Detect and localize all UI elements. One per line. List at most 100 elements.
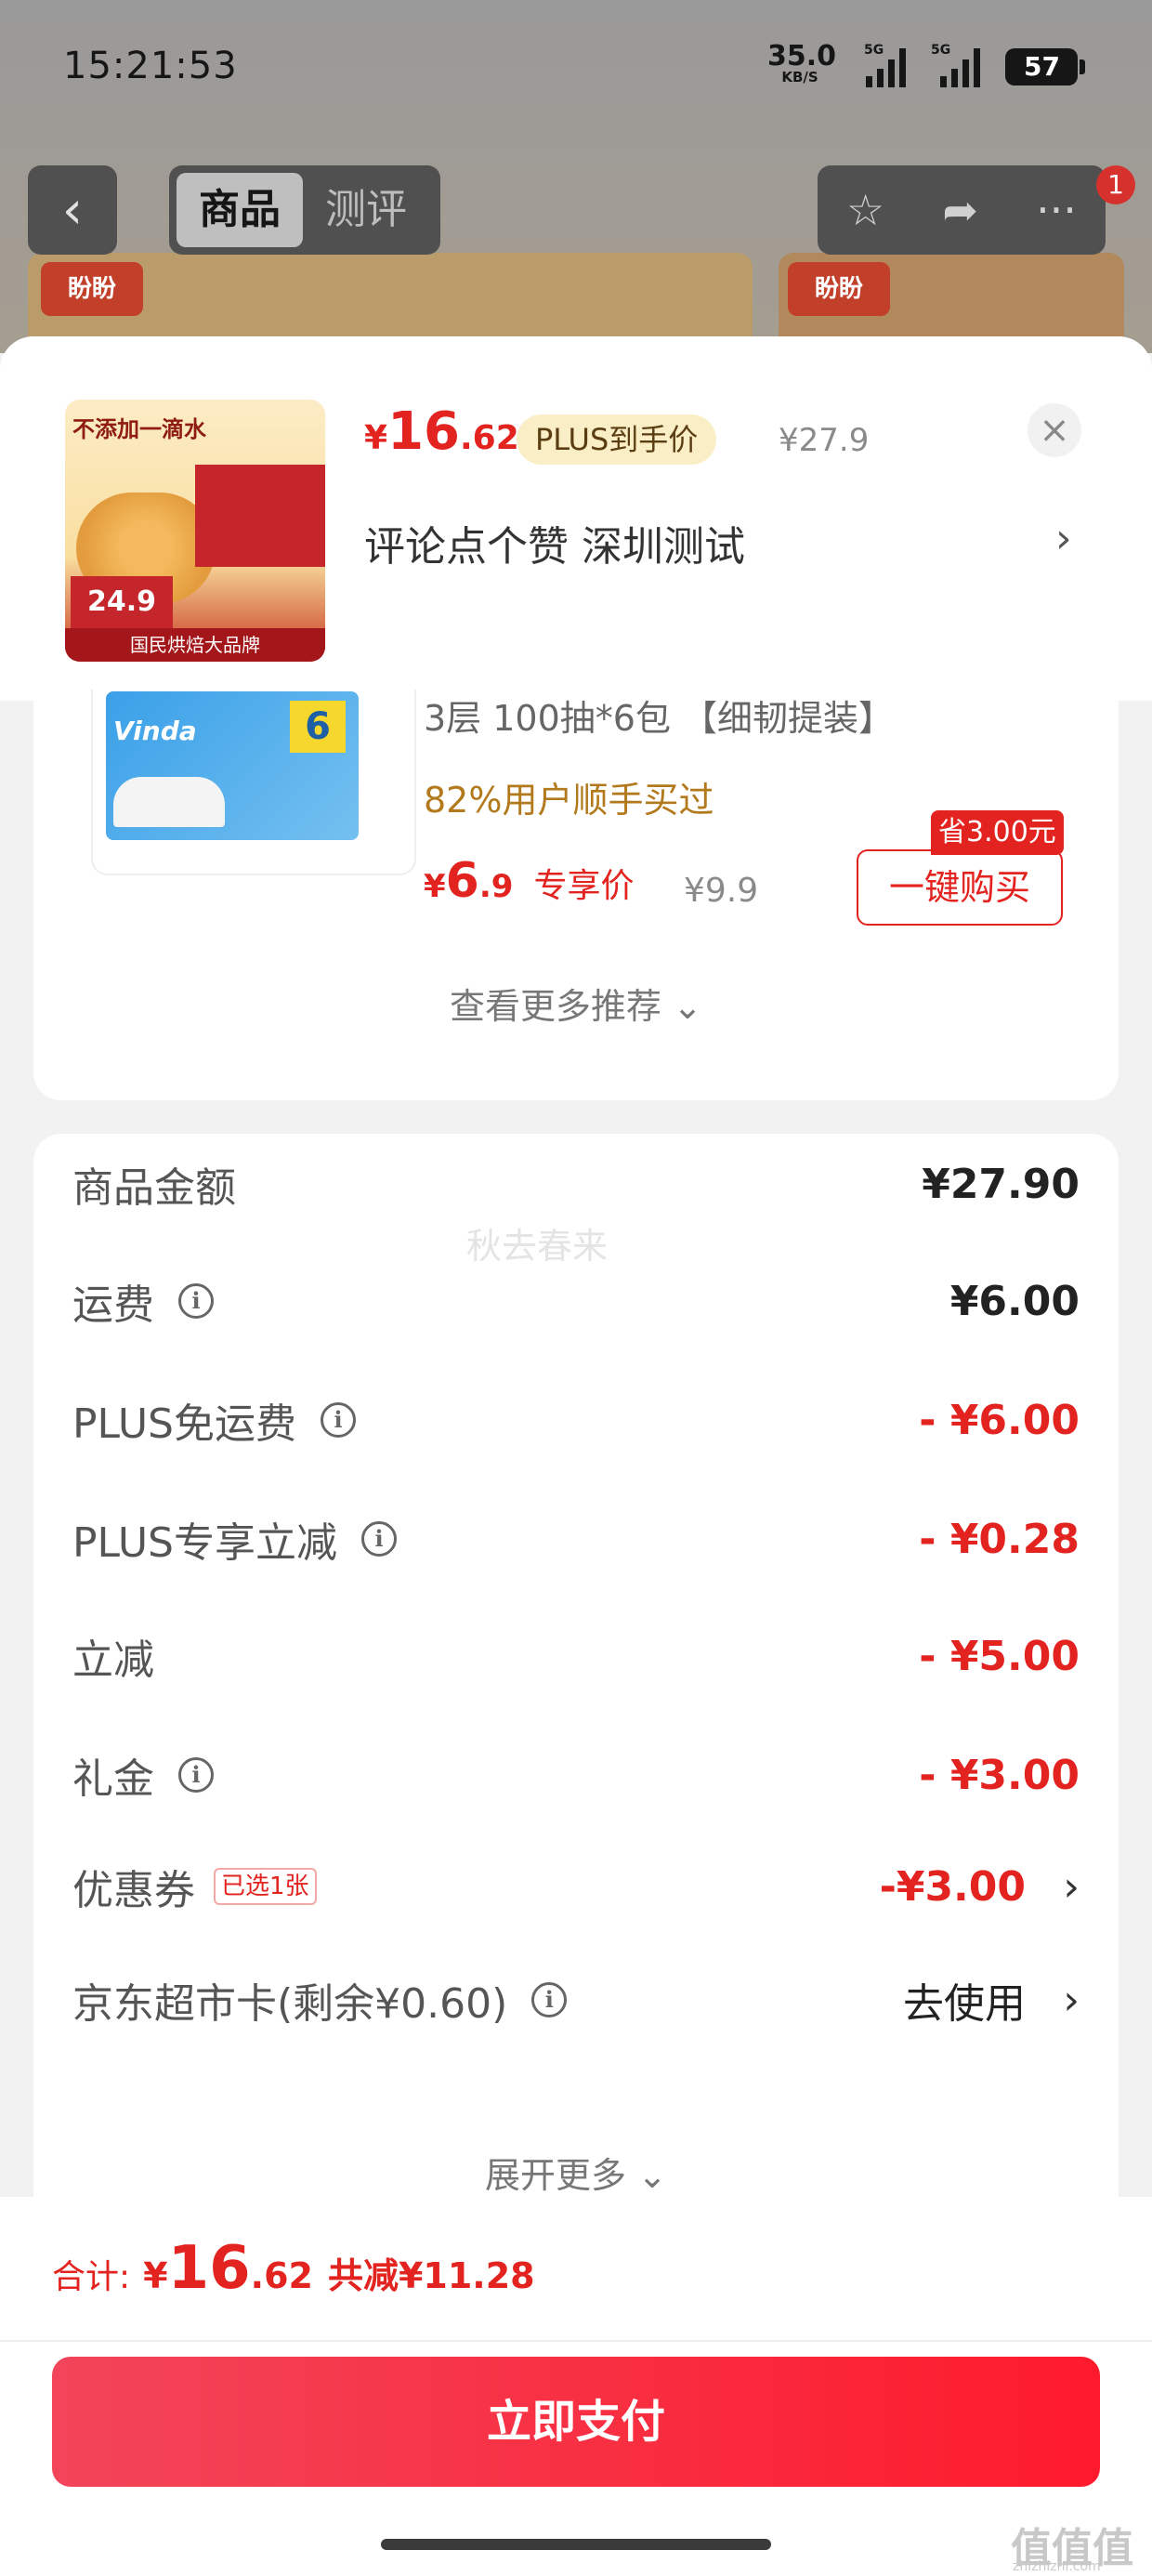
product-image-tagline: 不添加一滴水: [72, 416, 206, 442]
network-speed-value: 35.0: [767, 40, 837, 72]
order-total: 合计: ¥ 16 .62 共减¥11.28: [52, 2234, 535, 2303]
row-coupon[interactable]: 优惠券 已选1张 -¥3.00 ›: [72, 1849, 1080, 1924]
row-value: - ¥0.28: [919, 1515, 1080, 1563]
brand-logo: 盼盼: [788, 262, 890, 316]
price-decimal: .62: [460, 419, 519, 457]
status-time: 15:21:53: [63, 45, 238, 87]
status-bar: 15:21:53 35.0 KB/S 5G 5G 57: [0, 0, 1152, 139]
share-icon[interactable]: ➦: [942, 185, 978, 235]
delivery-address[interactable]: 评论点个赞 深圳测试: [364, 513, 745, 572]
site-watermark-url: zhizhizhi.com: [1013, 2559, 1101, 2574]
row-label: 商品金额: [72, 1164, 236, 1212]
price-integer: 6: [445, 853, 479, 909]
row-value: ¥6.00: [949, 1277, 1080, 1325]
back-button[interactable]: ‹: [28, 165, 117, 255]
info-icon[interactable]: i: [321, 1402, 356, 1438]
notification-badge: 1: [1096, 165, 1135, 204]
network-speed: 35.0 KB/S: [767, 40, 837, 85]
battery-icon: 57: [1005, 48, 1085, 85]
checkout-bottom-bar: 合计: ¥ 16 .62 共减¥11.28 立即支付 值值值 zhizhizhi…: [0, 2197, 1152, 2576]
row-label: 京东超市卡(剩余¥0.60): [72, 1980, 508, 2028]
pay-now-button[interactable]: 立即支付: [52, 2357, 1100, 2487]
price-breakdown-card: 秋去春来 商品金额 ¥27.90 运费 i ¥6.00 PLUS免运费 i - …: [33, 1134, 1119, 2249]
tab-product[interactable]: 商品: [177, 173, 303, 247]
one-click-buy-button[interactable]: 一键购买: [857, 849, 1063, 926]
row-goods-amount: 商品金额 ¥27.90: [72, 1147, 1080, 1221]
row-value: -¥3.00: [879, 1862, 1026, 1911]
plus-price-tag: PLUS到手价: [517, 414, 717, 465]
price-decimal: .9: [478, 868, 514, 905]
row-label: 优惠券: [72, 1867, 195, 1914]
signal-icon: 5G: [931, 43, 1005, 87]
row-label: 礼金: [72, 1755, 154, 1803]
close-button[interactable]: ×: [1028, 403, 1081, 457]
signal-icon: 5G: [847, 43, 922, 87]
price-integer: 16: [167, 2234, 251, 2303]
row-supermarket-card[interactable]: 京东超市卡(剩余¥0.60) i 去使用 ›: [72, 1963, 1080, 2037]
sim2-label: 5G: [931, 43, 951, 58]
star-icon[interactable]: ☆: [846, 185, 884, 235]
row-value: - ¥6.00: [919, 1396, 1080, 1444]
tissue-graphic: [113, 777, 225, 827]
row-plus-discount: PLUS专享立减 i - ¥0.28: [72, 1502, 1080, 1576]
nav-tabs: 商品 测评: [169, 165, 440, 255]
sim1-label: 5G: [864, 43, 884, 58]
product-image-price: 24.9: [71, 576, 173, 628]
nav-actions: ☆ ➦ ···: [818, 165, 1106, 255]
price-symbol: ¥: [143, 2255, 168, 2296]
recommended-price: ¥ 6 .9 专享价: [424, 853, 634, 909]
close-icon: ×: [1039, 409, 1070, 452]
original-price: ¥27.9: [779, 422, 870, 459]
sheet-header: 不添加一滴水 24.9 国民烘焙大品牌 ¥ 16 .62 PLUS到手价 ¥27…: [0, 336, 1152, 701]
total-saved: 共减¥11.28: [327, 2255, 535, 2296]
brand-logo: 盼盼: [41, 262, 143, 316]
row-plus-free-shipping: PLUS免运费 i - ¥6.00: [72, 1383, 1080, 1457]
row-value: - ¥3.00: [919, 1751, 1080, 1799]
row-label: PLUS专享立减: [72, 1519, 337, 1567]
row-label: 立减: [72, 1636, 154, 1684]
save-amount-badge: 省3.00元: [931, 810, 1064, 855]
total-label: 合计:: [52, 2258, 131, 2296]
network-speed-unit: KB/S: [781, 69, 818, 85]
row-label: 运费: [72, 1281, 154, 1329]
recommendation-card: Vinda 6 3层 100抽*6包 【细韧提装】 82%用户顺手买过 ¥ 6 …: [33, 690, 1119, 1100]
use-card-link[interactable]: 去使用: [903, 1970, 1026, 2030]
recommended-original-price: ¥9.9: [684, 872, 759, 910]
pack-count-badge: 6: [290, 701, 346, 753]
expand-more-button[interactable]: 展开更多 ⌄: [33, 2147, 1119, 2198]
exclusive-price-tag: 专享价: [533, 867, 635, 905]
price-symbol: ¥: [424, 868, 446, 905]
row-gift-cash: 礼金 i - ¥3.00: [72, 1738, 1080, 1812]
price-decimal: .62: [250, 2255, 313, 2296]
row-value: - ¥5.00: [919, 1632, 1080, 1680]
recommended-product-title[interactable]: 3层 100抽*6包 【细韧提装】: [424, 690, 894, 741]
chevron-left-icon: ‹: [61, 179, 84, 241]
info-icon[interactable]: i: [531, 1982, 568, 2017]
price-symbol: ¥: [364, 419, 388, 457]
product-image-footer: 国民烘焙大品牌: [65, 628, 325, 662]
info-icon[interactable]: i: [361, 1521, 397, 1557]
recommended-product-image[interactable]: Vinda 6: [91, 690, 416, 875]
home-indicator[interactable]: [381, 2539, 771, 2550]
price-integer: 16: [387, 401, 460, 462]
row-label: PLUS免运费: [72, 1400, 296, 1448]
package-graphic: [195, 465, 325, 567]
row-instant-discount: 立减 - ¥5.00: [72, 1619, 1080, 1693]
see-more-recommendations[interactable]: 查看更多推荐 ⌄: [33, 978, 1119, 1029]
row-value: ¥27.90: [922, 1160, 1080, 1208]
tab-review[interactable]: 测评: [303, 173, 429, 247]
chevron-right-icon[interactable]: ›: [1063, 1863, 1080, 1911]
coupon-selected-tag: 已选1张: [214, 1868, 317, 1905]
recommended-brand-logo: Vinda: [113, 716, 197, 746]
chevron-right-icon[interactable]: ›: [1063, 1977, 1080, 2024]
watermark: 秋去春来: [466, 1226, 609, 1267]
product-image: 不添加一滴水 24.9 国民烘焙大品牌: [65, 400, 325, 662]
more-icon[interactable]: ···: [1036, 185, 1077, 235]
info-icon[interactable]: i: [178, 1757, 214, 1793]
row-shipping: 运费 i ¥6.00: [72, 1264, 1080, 1338]
divider: [0, 2340, 1152, 2342]
chevron-right-icon[interactable]: ›: [1055, 515, 1072, 562]
plus-price: ¥ 16 .62: [364, 401, 519, 462]
bought-together-rate: 82%用户顺手买过: [424, 780, 714, 821]
info-icon[interactable]: i: [178, 1283, 214, 1319]
